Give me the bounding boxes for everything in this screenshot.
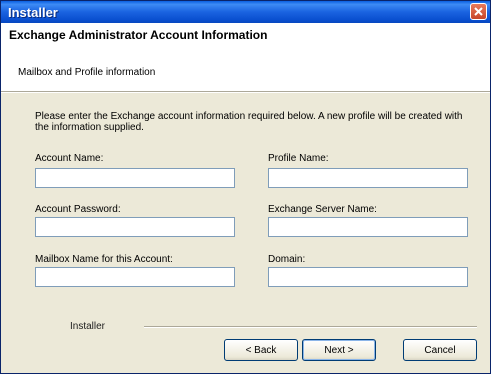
installer-window: Installer Exchange Administrator Account…	[0, 0, 491, 374]
profile-name-label: Profile Name:	[268, 153, 329, 164]
exchange-server-name-input[interactable]	[268, 217, 468, 237]
close-icon	[474, 7, 483, 16]
account-name-input[interactable]	[35, 168, 235, 188]
account-password-input[interactable]	[35, 217, 235, 237]
exchange-server-name-label: Exchange Server Name:	[268, 204, 377, 215]
domain-label: Domain:	[268, 254, 306, 265]
account-password-label: Account Password:	[35, 204, 121, 215]
mailbox-name-input[interactable]	[35, 267, 235, 287]
footer-divider	[144, 326, 477, 328]
back-button[interactable]: < Back	[224, 339, 298, 361]
domain-input[interactable]	[268, 267, 468, 287]
page-title: Exchange Administrator Account Informati…	[9, 28, 268, 42]
wizard-header: Exchange Administrator Account Informati…	[1, 23, 490, 91]
mailbox-name-label: Mailbox Name for this Account:	[35, 254, 173, 265]
next-button[interactable]: Next >	[302, 339, 376, 361]
profile-name-input[interactable]	[268, 168, 468, 188]
footer-branding-label: Installer	[70, 321, 106, 332]
header-divider	[1, 91, 490, 93]
cancel-button[interactable]: Cancel	[403, 339, 477, 361]
account-name-label: Account Name:	[35, 153, 104, 164]
title-bar[interactable]: Installer	[1, 1, 490, 23]
instructions-text: Please enter the Exchange account inform…	[35, 111, 463, 133]
close-button[interactable]	[470, 3, 487, 20]
page-subtitle: Mailbox and Profile information	[18, 67, 156, 78]
window-title: Installer	[8, 5, 58, 20]
